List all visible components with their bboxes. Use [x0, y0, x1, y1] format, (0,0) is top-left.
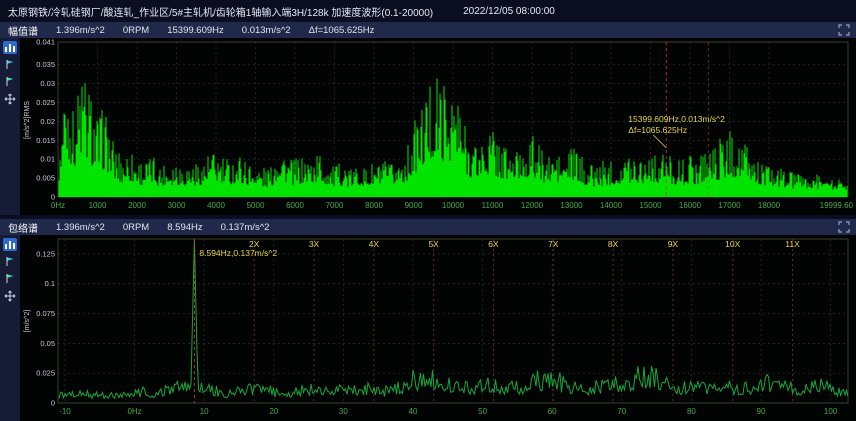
- svg-text:0: 0: [51, 399, 55, 408]
- svg-text:2000: 2000: [128, 201, 146, 210]
- svg-text:0.02: 0.02: [40, 117, 55, 126]
- svg-text:0.025: 0.025: [36, 98, 55, 107]
- svg-text:20: 20: [269, 407, 278, 416]
- amplitude-spectrum-panel: 幅值谱 1.396m/s^2 0RPM 15399.609Hz 0.013m/s…: [0, 22, 856, 215]
- svg-text:0Hz: 0Hz: [127, 407, 141, 416]
- svg-text:5X: 5X: [428, 239, 439, 249]
- svg-text:6X: 6X: [488, 239, 499, 249]
- svg-text:8X: 8X: [608, 239, 619, 249]
- svg-text:11000: 11000: [482, 201, 504, 210]
- stat-cursor-amplitude: 0.013m/s^2: [242, 25, 291, 36]
- svg-text:10: 10: [200, 407, 209, 416]
- chart-toolbar: [0, 38, 20, 215]
- svg-text:5000: 5000: [247, 201, 265, 210]
- svg-text:70: 70: [617, 407, 626, 416]
- datetime-label: 2022/12/05 08:00:00: [463, 6, 555, 17]
- svg-text:11X: 11X: [785, 239, 800, 249]
- vibration-analysis-app: 太原钢铁/冷轧硅钢厂/酸连轧_作业区/5#主轧机/齿轮箱1轴输入端3H/128k…: [0, 0, 856, 421]
- svg-text:1000: 1000: [89, 201, 107, 210]
- svg-text:[m/s^2]RMS: [m/s^2]RMS: [24, 101, 31, 139]
- svg-text:0.125: 0.125: [36, 249, 55, 258]
- stat-rpm: 0RPM: [123, 25, 149, 36]
- svg-text:13000: 13000: [560, 201, 583, 210]
- svg-text:100: 100: [824, 407, 838, 416]
- svg-text:9000: 9000: [405, 201, 423, 210]
- svg-text:40: 40: [409, 407, 418, 416]
- svg-text:15399.609Hz,0.013m/s^2: 15399.609Hz,0.013m/s^2: [628, 114, 725, 124]
- svg-text:90: 90: [757, 407, 766, 416]
- stat-cursor-frequency: 15399.609Hz: [167, 25, 224, 36]
- svg-text:4000: 4000: [207, 201, 225, 210]
- chart-toolbar: [0, 235, 20, 421]
- svg-text:80: 80: [687, 407, 696, 416]
- stat-overall-amplitude: 1.396m/s^2: [56, 222, 105, 233]
- svg-text:0.075: 0.075: [36, 309, 55, 318]
- svg-text:0.05: 0.05: [40, 339, 55, 348]
- svg-text:30: 30: [339, 407, 348, 416]
- svg-text:6000: 6000: [286, 201, 304, 210]
- svg-text:12000: 12000: [521, 201, 544, 210]
- flag-icon[interactable]: [3, 255, 17, 268]
- breadcrumb: 太原钢铁/冷轧硅钢厂/酸连轧_作业区/5#主轧机/齿轮箱1轴输入端3H/128k…: [8, 4, 433, 19]
- svg-text:0.005: 0.005: [36, 174, 55, 183]
- stat-cursor-frequency: 8.594Hz: [167, 222, 202, 233]
- svg-text:0Hz: 0Hz: [51, 201, 65, 210]
- svg-text:60: 60: [548, 407, 557, 416]
- envelope-spectrum-chart[interactable]: 8.594Hz,0.137m/s^22X 3X 4X 5X 6X 7X 8X 9X 10X 11X…: [20, 235, 856, 421]
- svg-text:10000: 10000: [442, 201, 465, 210]
- svg-text:-10: -10: [59, 407, 71, 416]
- svg-text:0.035: 0.035: [36, 60, 55, 69]
- envelope-spectrum-panel: 包络谱 1.396m/s^2 0RPM 8.594Hz 0.137m/s^2: [0, 219, 856, 421]
- svg-text:19999.60: 19999.60: [820, 201, 854, 210]
- spectrum-tool-icon[interactable]: [3, 238, 17, 251]
- svg-text:0.015: 0.015: [36, 136, 55, 145]
- svg-text:4X: 4X: [369, 239, 380, 249]
- stat-cursor-amplitude: 0.137m/s^2: [221, 222, 270, 233]
- stat-delta-f: Δf=1065.625Hz: [309, 25, 375, 36]
- envelope-panel-header: 包络谱 1.396m/s^2 0RPM 8.594Hz 0.137m/s^2: [0, 219, 856, 235]
- svg-text:[m/s^2]: [m/s^2]: [24, 310, 31, 332]
- pan-icon[interactable]: [3, 289, 17, 302]
- amplitude-panel-body: 15399.609Hz,0.013m/s^2Δf=1065.625Hz 0Hz 10…: [0, 38, 856, 215]
- pan-icon[interactable]: [3, 92, 17, 105]
- svg-text:8.594Hz,0.137m/s^2: 8.594Hz,0.137m/s^2: [199, 248, 277, 258]
- flag-icon[interactable]: [3, 58, 17, 71]
- amplitude-panel-header: 幅值谱 1.396m/s^2 0RPM 15399.609Hz 0.013m/s…: [0, 22, 856, 38]
- svg-text:2X: 2X: [249, 239, 260, 249]
- flag-icon[interactable]: [3, 75, 17, 88]
- svg-text:0.041: 0.041: [36, 38, 55, 47]
- panel-title: 包络谱: [8, 220, 38, 235]
- svg-text:3000: 3000: [168, 201, 186, 210]
- svg-text:16000: 16000: [679, 201, 702, 210]
- expand-icon[interactable]: [838, 221, 850, 233]
- svg-text:15000: 15000: [639, 201, 662, 210]
- svg-text:3X: 3X: [309, 239, 320, 249]
- svg-text:0.03: 0.03: [40, 79, 55, 88]
- spectrum-tool-icon[interactable]: [3, 41, 17, 54]
- svg-text:0.01: 0.01: [40, 155, 55, 164]
- svg-text:7X: 7X: [548, 239, 559, 249]
- topbar: 太原钢铁/冷轧硅钢厂/酸连轧_作业区/5#主轧机/齿轮箱1轴输入端3H/128k…: [0, 0, 856, 22]
- expand-icon[interactable]: [838, 24, 850, 36]
- svg-text:50: 50: [478, 407, 487, 416]
- svg-text:8000: 8000: [365, 201, 383, 210]
- svg-text:10X: 10X: [725, 239, 740, 249]
- envelope-panel-body: 8.594Hz,0.137m/s^22X 3X 4X 5X 6X 7X 8X 9X 10X 11X…: [0, 235, 856, 421]
- svg-text:7000: 7000: [326, 201, 344, 210]
- stat-overall-amplitude: 1.396m/s^2: [56, 25, 105, 36]
- svg-text:0: 0: [51, 193, 55, 202]
- flag-icon[interactable]: [3, 272, 17, 285]
- svg-text:18000: 18000: [758, 201, 781, 210]
- amplitude-spectrum-chart[interactable]: 15399.609Hz,0.013m/s^2Δf=1065.625Hz 0Hz 10…: [20, 38, 856, 215]
- panel-title: 幅值谱: [8, 23, 38, 38]
- svg-text:9X: 9X: [668, 239, 679, 249]
- svg-text:0.1: 0.1: [45, 279, 55, 288]
- stat-rpm: 0RPM: [123, 222, 149, 233]
- svg-text:0.025: 0.025: [36, 369, 55, 378]
- svg-text:Δf=1065.625Hz: Δf=1065.625Hz: [628, 125, 687, 135]
- svg-text:14000: 14000: [600, 201, 623, 210]
- svg-text:17000: 17000: [718, 201, 741, 210]
